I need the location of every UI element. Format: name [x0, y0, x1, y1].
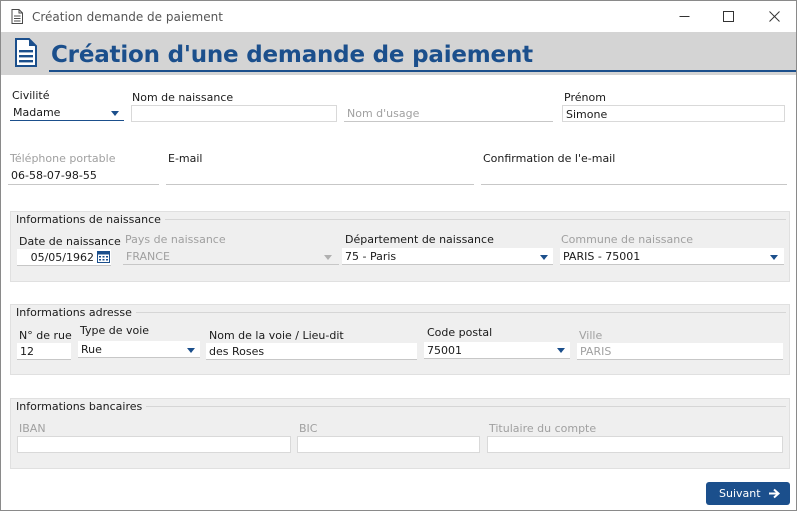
commune-label: Commune de naissance: [561, 233, 694, 246]
type-voie-value: Rue: [81, 343, 102, 356]
group-divider: [137, 406, 786, 407]
email-confirm-label: Confirmation de l'e-mail: [483, 152, 616, 165]
chevron-down-icon: [324, 255, 332, 260]
window-title: Création demande de paiement: [32, 10, 223, 24]
next-button[interactable]: Suivant: [706, 482, 790, 505]
ville-value: PARIS: [580, 345, 612, 358]
chevron-down-icon: [770, 255, 778, 260]
document-icon: [15, 38, 37, 67]
chevron-down-icon: [111, 111, 119, 116]
chevron-down-icon: [557, 348, 565, 353]
nom-voie-input[interactable]: des Roses: [206, 343, 417, 360]
page-title: Création d'une demande de paiement: [51, 42, 533, 68]
departement-value: 75 - Paris: [345, 250, 397, 263]
nom-naissance-input[interactable]: [131, 105, 337, 122]
commune-value: PARIS - 75001: [563, 250, 641, 263]
nom-voie-label: Nom de la voie / Lieu-dit: [209, 329, 344, 342]
calendar-icon[interactable]: [97, 250, 110, 263]
minimize-button[interactable]: [661, 1, 707, 32]
code-postal-select[interactable]: 75001: [424, 342, 570, 359]
telephone-label: Téléphone portable: [10, 152, 116, 165]
titulaire-input[interactable]: [487, 436, 783, 453]
title-bar: Création demande de paiement: [1, 1, 796, 32]
num-rue-label: N° de rue: [19, 329, 72, 342]
chevron-down-icon: [187, 348, 195, 353]
code-postal-label: Code postal: [427, 326, 493, 339]
commune-select[interactable]: PARIS - 75001: [560, 248, 784, 265]
date-naissance-value: 05/05/1962: [30, 251, 94, 264]
num-rue-value: 12: [20, 345, 34, 358]
ville-input: PARIS: [577, 343, 783, 360]
pays-naissance-select: FRANCE: [123, 248, 339, 265]
nom-usage-input[interactable]: Nom d'usage: [344, 105, 553, 122]
nom-naissance-label: Nom de naissance: [132, 91, 234, 104]
telephone-value: 06-58-07-98-55: [11, 169, 97, 182]
nom-voie-value: des Roses: [209, 345, 265, 358]
document-icon: [11, 9, 23, 24]
departement-label: Département de naissance: [345, 233, 494, 246]
ville-label: Ville: [579, 329, 603, 342]
arrow-right-icon: [769, 488, 780, 499]
group-divider: [125, 312, 786, 313]
maximize-icon: [722, 11, 734, 22]
prenom-input[interactable]: Simone: [562, 105, 785, 122]
bank-info-title: Informations bancaires: [16, 400, 147, 413]
prenom-label: Prénom: [564, 91, 606, 104]
email-label: E-mail: [168, 152, 203, 165]
bic-label: BIC: [299, 422, 318, 435]
civilite-select[interactable]: Madame: [10, 104, 124, 121]
address-info-title: Informations adresse: [16, 306, 136, 319]
email-input[interactable]: [166, 167, 474, 185]
page-header: Création d'une demande de paiement: [1, 32, 796, 75]
prenom-value: Simone: [566, 108, 608, 121]
date-naissance-label: Date de naissance: [19, 235, 121, 248]
departement-select[interactable]: 75 - Paris: [342, 248, 553, 265]
code-postal-value: 75001: [427, 344, 462, 357]
window: Création demande de paiement Création d'…: [0, 0, 797, 511]
pays-naissance-value: FRANCE: [126, 250, 170, 263]
group-divider: [151, 219, 786, 220]
chevron-down-icon: [540, 255, 548, 260]
maximize-button[interactable]: [705, 1, 751, 32]
type-voie-label: Type de voie: [80, 324, 150, 337]
email-confirm-input[interactable]: [481, 167, 787, 185]
num-rue-input[interactable]: 12: [17, 343, 71, 360]
close-icon: [768, 11, 780, 22]
close-button[interactable]: [751, 1, 797, 32]
type-voie-select[interactable]: Rue: [78, 341, 200, 358]
telephone-input[interactable]: 06-58-07-98-55: [8, 167, 159, 185]
pays-naissance-label: Pays de naissance: [125, 233, 226, 246]
iban-input[interactable]: [17, 436, 291, 453]
titulaire-label: Titulaire du compte: [489, 422, 597, 435]
nom-usage-placeholder: Nom d'usage: [347, 107, 420, 120]
minimize-icon: [679, 16, 689, 17]
civilite-value: Madame: [13, 106, 61, 119]
iban-label: IBAN: [19, 422, 46, 435]
birth-info-title: Informations de naissance: [16, 213, 165, 226]
next-button-label: Suivant: [719, 487, 761, 500]
title-underline: [49, 70, 796, 72]
civilite-label: Civilité: [12, 89, 50, 102]
bic-input[interactable]: [297, 436, 480, 453]
